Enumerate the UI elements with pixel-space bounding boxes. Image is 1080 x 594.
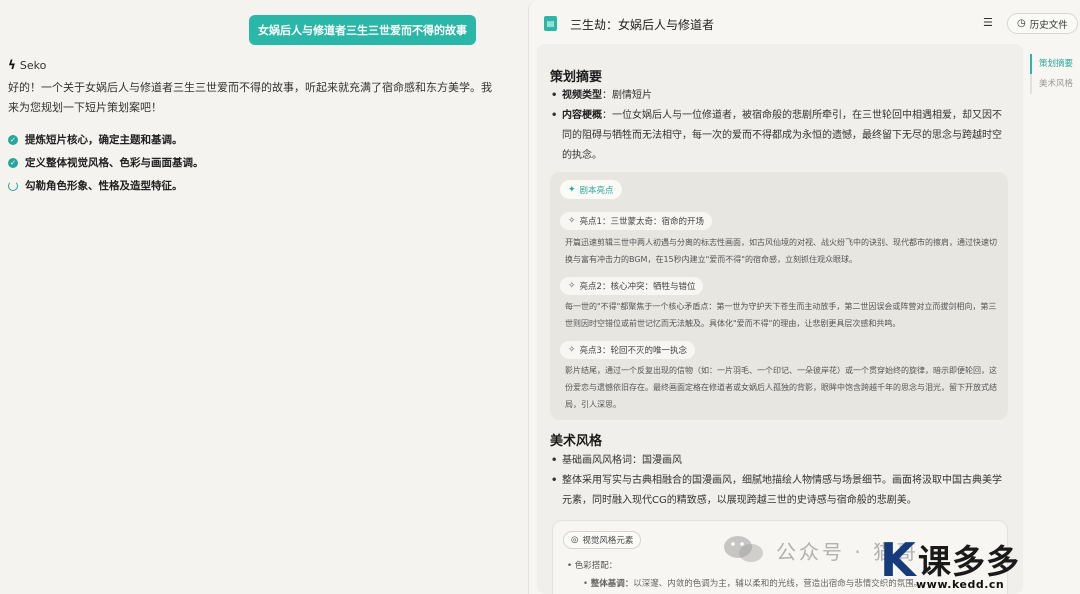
- highlight-3-pill: ✧ 亮点3：轮回不灭的唯一执念: [560, 341, 695, 359]
- plan-step-label: 勾勒角色形象、性格及造型特征。: [25, 180, 183, 192]
- seko-logo-icon: ϟ: [8, 58, 16, 72]
- highlight-2-title: 亮点2：核心冲突：牺牲与错位: [579, 282, 696, 292]
- plan-steps: ✓ 提炼短片核心，确定主题和基调。 ✓ 定义整体视觉风格、色彩与画面基调。 勾勒…: [8, 128, 204, 197]
- sparkle-icon: ✦: [568, 184, 576, 195]
- script-highlights-card: ✦ 剧本亮点 ✧ 亮点1：三世蒙太奇：宿命的开场 开篇迅速剪辑三世中两人初遇与分…: [550, 172, 1008, 420]
- document-content: 策划摘要 视频类型：剧情短片 内容梗概：一位女娲后人与一位修道者，被宿命般的悲剧…: [537, 44, 1023, 594]
- art-style-label: 基础画风风格词：: [562, 455, 642, 466]
- assistant-name: Seko: [19, 58, 47, 72]
- highlight-1-text: 开篇迅速剪辑三世中两人初遇与分离的标志性画面，如古风仙境的对视、战火纷飞中的诀别…: [565, 238, 997, 264]
- document-icon: ▤: [544, 16, 557, 31]
- logo-url: www.kedd.cn: [916, 578, 1005, 591]
- visual-style-header: ◎ 视觉风格元素: [563, 531, 642, 549]
- type-value: 剧情短片: [612, 90, 652, 101]
- kedd-logo: K 课多多 www.kedd.cn: [880, 533, 1080, 594]
- highlights-header-label: 剧本亮点: [579, 185, 614, 196]
- section-title-summary: 策划摘要: [550, 70, 603, 85]
- loading-spinner-icon: [8, 180, 18, 191]
- section-title-art: 美术风格: [550, 434, 603, 449]
- k-logo-icon: K: [880, 533, 916, 587]
- sparkle-icon: ✧: [568, 216, 576, 226]
- art-style-bullet: 基础画风风格词：国漫画风: [550, 451, 1010, 471]
- highlight-3-text: 影片结尾，通过一个反复出现的信物（如：一片羽毛、一个印记、一朵彼岸花）或一个贯穿…: [565, 366, 997, 409]
- assistant-header: ϟ Seko: [8, 58, 46, 72]
- check-circle-icon: ✓: [8, 157, 18, 168]
- wechat-icon: [724, 536, 763, 562]
- overview-label: 内容梗概: [562, 110, 602, 121]
- history-files-button[interactable]: ◷ 历史文件: [1007, 13, 1078, 34]
- highlight-2-pill: ✧ 亮点2：核心冲突：牺牲与错位: [560, 277, 704, 295]
- art-style-value: 国漫画风: [642, 455, 682, 466]
- visual-style-label: 视觉风格元素: [582, 536, 634, 546]
- check-circle-icon: ✓: [8, 134, 18, 145]
- tone-item: • 整体基调：以深邃、内敛的色调为主，辅以柔和的光线，营造出宿命与悲情交织的氛围…: [583, 579, 923, 589]
- highlight-1-pill: ✧ 亮点1：三世蒙太奇：宿命的开场: [560, 212, 712, 230]
- plan-step-1: ✓ 提炼短片核心，确定主题和基调。: [8, 128, 204, 151]
- history-files-label: 历史文件: [1029, 19, 1068, 31]
- palette-icon: ◎: [571, 535, 579, 545]
- sparkle-icon: ✧: [568, 345, 576, 355]
- logo-brand: 课多多: [918, 542, 1020, 581]
- summary-overview-bullet: 内容梗概：一位女娲后人与一位修道者，被宿命般的悲剧所牵引，在三世轮回中相遇相爱，…: [550, 106, 1010, 166]
- plan-step-2: ✓ 定义整体视觉风格、色彩与画面基调。: [8, 151, 204, 174]
- document-title: 三生劫：女娲后人与修道者: [570, 18, 715, 32]
- highlight-1-title: 亮点1：三世蒙太奇：宿命的开场: [579, 217, 704, 227]
- highlight-2-text: 每一世的"不得"都聚焦于一个核心矛盾点：第一世为守护天下苍生而主动放手，第二世因…: [565, 302, 997, 328]
- outline-toggle-icon[interactable]: ☰: [983, 16, 993, 29]
- assistant-intro: 好的！一个关于女娲后人与修道者三生三世爱而不得的故事，听起来就充满了宿命感和东方…: [8, 81, 492, 114]
- document-header: ▤ 三生劫：女娲后人与修道者 ☰ ◷ 历史文件: [529, 0, 1080, 46]
- clock-icon: ◷: [1017, 18, 1026, 29]
- toc-item-summary[interactable]: 策划摘要: [1030, 54, 1080, 74]
- plan-step-3: 勾勒角色形象、性格及造型特征。: [8, 174, 204, 197]
- document-pane: ▤ 三生劫：女娲后人与修道者 ☰ ◷ 历史文件 策划摘要 视频类型：剧情短片 内…: [528, 0, 1080, 594]
- highlight-3-title: 亮点3：轮回不灭的唯一执念: [579, 346, 687, 356]
- color-scheme-item: • 色彩搭配：: [567, 561, 618, 571]
- toc-item-art[interactable]: 美术风格: [1030, 74, 1080, 94]
- art-description-bullet: 整体采用写实与古典相融合的国漫画风，细腻地描绘人物情感与场景细节。画面将汲取中国…: [550, 471, 1010, 511]
- user-message-bubble: 女娲后人与修道者三生三世爱而不得的故事: [249, 15, 476, 45]
- overview-value: 一位女娲后人与一位修道者，被宿命般的悲剧所牵引，在三世轮回中相遇相爱，却又因不同…: [562, 110, 1002, 161]
- type-label: 视频类型: [562, 90, 602, 101]
- table-of-contents: 策划摘要 美术风格: [1030, 54, 1080, 94]
- sparkle-icon: ✧: [568, 281, 576, 291]
- chat-pane: 女娲后人与修道者三生三世爱而不得的故事 ϟ Seko 好的！一个关于女娲后人与修…: [0, 0, 528, 594]
- plan-step-label: 提炼短片核心，确定主题和基调。: [25, 134, 183, 146]
- plan-step-label: 定义整体视觉风格、色彩与画面基调。: [25, 157, 204, 169]
- summary-type-bullet: 视频类型：剧情短片: [550, 86, 1010, 106]
- highlights-header: ✦ 剧本亮点: [560, 180, 622, 199]
